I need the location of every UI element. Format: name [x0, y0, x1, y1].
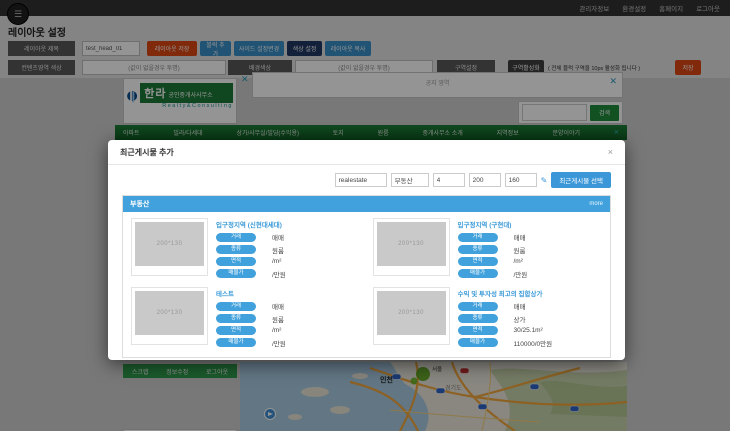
field-value: /m² [272, 258, 281, 265]
field-badge: 거래 [216, 233, 256, 242]
listings-section: 부동산 more 200*130 입구정지역 (신현대세대) 거래매매 종류원룸… [122, 195, 611, 358]
field-badge: 매물가 [216, 269, 256, 278]
field-badge: 종류 [216, 245, 256, 254]
field-value: /만원 [514, 269, 528, 279]
board-name-input[interactable] [391, 173, 429, 187]
listing-thumbnail: 200*130 [373, 218, 450, 276]
modal-controls-row: ✎ 최근게시물 선택 [108, 165, 625, 193]
field-badge: 면적 [458, 257, 498, 266]
field-value: 매매 [514, 301, 526, 311]
field-value: 원룸 [272, 245, 284, 255]
field-badge: 거래 [458, 302, 498, 311]
field-badge: 종류 [216, 314, 256, 323]
listing-item[interactable]: 200*130 테스트 거래 매매 종류 원룸 면적/m² 매물가/만원 [131, 287, 361, 350]
field-badge: 면적 [216, 326, 256, 335]
field-badge: 거래 [216, 302, 256, 311]
field-badge: 종류 [458, 245, 498, 254]
modal-title: 최근게시물 추가 [120, 147, 174, 158]
modal-close-icon[interactable]: × [608, 148, 613, 157]
field-badge: 매물가 [458, 269, 498, 278]
field-value: /m² [272, 327, 281, 334]
field-badge: 면적 [216, 257, 256, 266]
listing-thumbnail: 200*130 [131, 218, 208, 276]
modal-footer: 블럭추가 헤더추가 [108, 358, 625, 360]
screen: 관리자정보 환경설정 홈페이지 로그아웃 ☰ 레이아웃 설정 레이아웃 제목 레… [0, 0, 730, 431]
width-input[interactable] [469, 173, 501, 187]
field-badge: 면적 [458, 326, 498, 335]
modal-header: 최근게시물 추가 × [108, 140, 625, 165]
field-badge: 매물가 [216, 338, 256, 347]
height-input[interactable] [505, 173, 537, 187]
section-title: 부동산 [130, 199, 149, 209]
recent-posts-modal: 최근게시물 추가 × ✎ 최근게시물 선택 부동산 more 200*130 [108, 140, 625, 360]
section-header-bar: 부동산 more [123, 196, 610, 212]
listing-title[interactable]: 수익 및 투자성 최고의 집합상가 [458, 288, 603, 298]
field-value: 상가 [514, 314, 526, 324]
listing-title[interactable]: 테스트 [216, 288, 361, 298]
field-value: 110000/0만원 [514, 338, 553, 348]
count-input[interactable] [433, 173, 465, 187]
listing-item[interactable]: 200*130 수익 및 투자성 최고의 집합상가 거래 매매 종류 상가 면적 30… [373, 287, 603, 350]
listing-thumbnail: 200*130 [131, 287, 208, 345]
field-value: 30/25.1m² [514, 327, 543, 334]
listing-title[interactable]: 입구정지역 (구현대) [458, 219, 603, 229]
field-value: 매매 [272, 301, 284, 311]
select-recent-posts-button[interactable]: 최근게시물 선택 [551, 172, 611, 188]
listings-grid: 200*130 입구정지역 (신현대세대) 거래매매 종류원룸 면적/m² 매물… [123, 212, 610, 357]
field-badge: 매물가 [458, 338, 498, 347]
listing-title[interactable]: 입구정지역 (신현대세대) [216, 219, 361, 229]
field-value: 원룸 [272, 314, 284, 324]
listing-thumbnail: 200*130 [373, 287, 450, 345]
field-value: 매매 [272, 232, 284, 242]
field-value: 매매 [514, 232, 526, 242]
field-value: 원룸 [514, 245, 526, 255]
field-value: /만원 [272, 269, 286, 279]
field-badge: 거래 [458, 233, 498, 242]
field-badge: 종류 [458, 314, 498, 323]
edit-icon[interactable]: ✎ [541, 176, 548, 185]
listing-item[interactable]: 200*130 입구정지역 (신현대세대) 거래 매매 종류 원룸 면적/m² 매물… [131, 218, 361, 281]
board-id-input[interactable] [335, 173, 387, 187]
field-value: /m² [514, 258, 523, 265]
listing-item[interactable]: 200*130 입구정지역 (구현대) 거래 매매 종류 원룸 면적/m² 매물가 /… [373, 218, 603, 281]
section-more-link[interactable]: more [589, 201, 603, 207]
field-value: /만원 [272, 338, 286, 348]
